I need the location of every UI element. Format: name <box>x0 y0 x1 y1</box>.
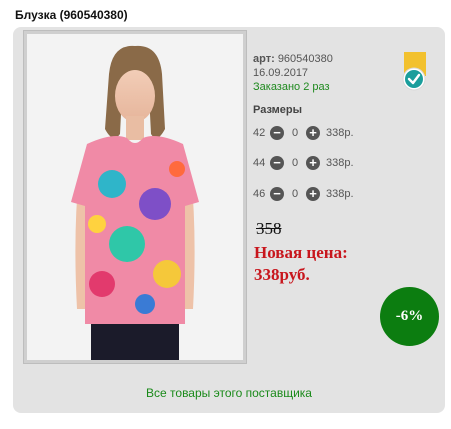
size-row: 44 − 0 + 338р. <box>253 155 354 171</box>
product-date: 16.09.2017 <box>253 67 309 79</box>
sku-label: арт: <box>253 53 275 65</box>
verified-check-icon <box>402 52 426 91</box>
minus-button[interactable]: − <box>270 126 284 140</box>
product-info: арт: 960540380 16.09.2017 Заказано 2 раз <box>253 52 333 94</box>
verified-badge <box>400 52 428 92</box>
minus-button[interactable]: − <box>270 187 284 201</box>
plus-button[interactable]: + <box>306 156 320 170</box>
product-photo[interactable] <box>27 34 243 360</box>
new-price-value: 338руб. <box>254 265 310 284</box>
size-label: 44 <box>253 157 266 169</box>
size-label: 46 <box>253 188 266 200</box>
plus-button[interactable]: + <box>306 187 320 201</box>
new-price-label: Новая цена: <box>254 243 348 262</box>
plus-button[interactable]: + <box>306 126 320 140</box>
sku-value: 960540380 <box>277 53 333 65</box>
new-price-block: Новая цена: 338руб. <box>254 242 348 286</box>
size-price: 338р. <box>326 188 354 200</box>
sizes-title: Размеры <box>253 104 303 116</box>
product-title: Блузка (960540380) <box>15 8 128 22</box>
size-row: 42 − 0 + 338р. <box>253 125 354 141</box>
size-price: 338р. <box>326 157 354 169</box>
discount-badge: -6% <box>380 287 439 346</box>
old-price: 358 <box>256 219 282 238</box>
quantity-value: 0 <box>291 188 299 200</box>
supplier-products-link[interactable]: Все товары этого поставщика <box>0 386 451 400</box>
model-illustration <box>71 45 199 360</box>
size-price: 338р. <box>326 127 354 139</box>
quantity-value: 0 <box>291 157 299 169</box>
quantity-value: 0 <box>291 127 299 139</box>
minus-button[interactable]: − <box>270 156 284 170</box>
product-photo-frame[interactable] <box>23 30 247 364</box>
ordered-count: Заказано 2 раз <box>253 81 330 93</box>
size-label: 42 <box>253 127 266 139</box>
size-row: 46 − 0 + 338р. <box>253 186 354 202</box>
